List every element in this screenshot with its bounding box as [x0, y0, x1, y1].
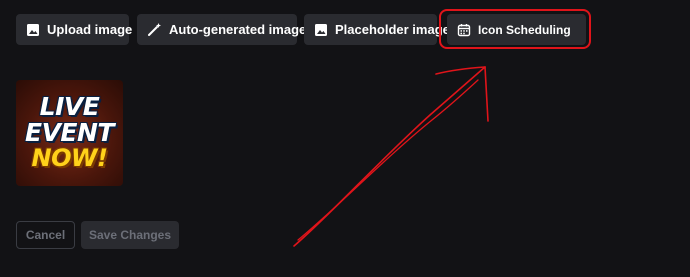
image-icon [315, 23, 327, 36]
magic-wand-icon [148, 23, 161, 36]
image-icon [27, 23, 39, 36]
upload-image-button[interactable]: Upload image [16, 14, 133, 45]
calendar-icon [457, 23, 471, 36]
icon-scheduling-button[interactable]: Icon Scheduling [447, 14, 586, 45]
preview-text-now: NOW! [31, 144, 108, 172]
cancel-button[interactable]: Cancel [16, 221, 75, 249]
upload-image-label: Upload image [47, 22, 133, 37]
icon-scheduling-label: Icon Scheduling [478, 22, 571, 37]
placeholder-image-label: Placeholder image [335, 22, 450, 37]
preview-text-event: EVENT [25, 118, 114, 147]
placeholder-image-button[interactable]: Placeholder image [304, 14, 450, 45]
save-changes-button: Save Changes [81, 221, 179, 249]
icon-preview-image: LIVE EVENT NOW! [16, 80, 123, 186]
auto-generated-image-label: Auto-generated image [169, 22, 307, 37]
preview-text-live: LIVE [39, 92, 100, 121]
auto-generated-image-button[interactable]: Auto-generated image [137, 14, 306, 45]
